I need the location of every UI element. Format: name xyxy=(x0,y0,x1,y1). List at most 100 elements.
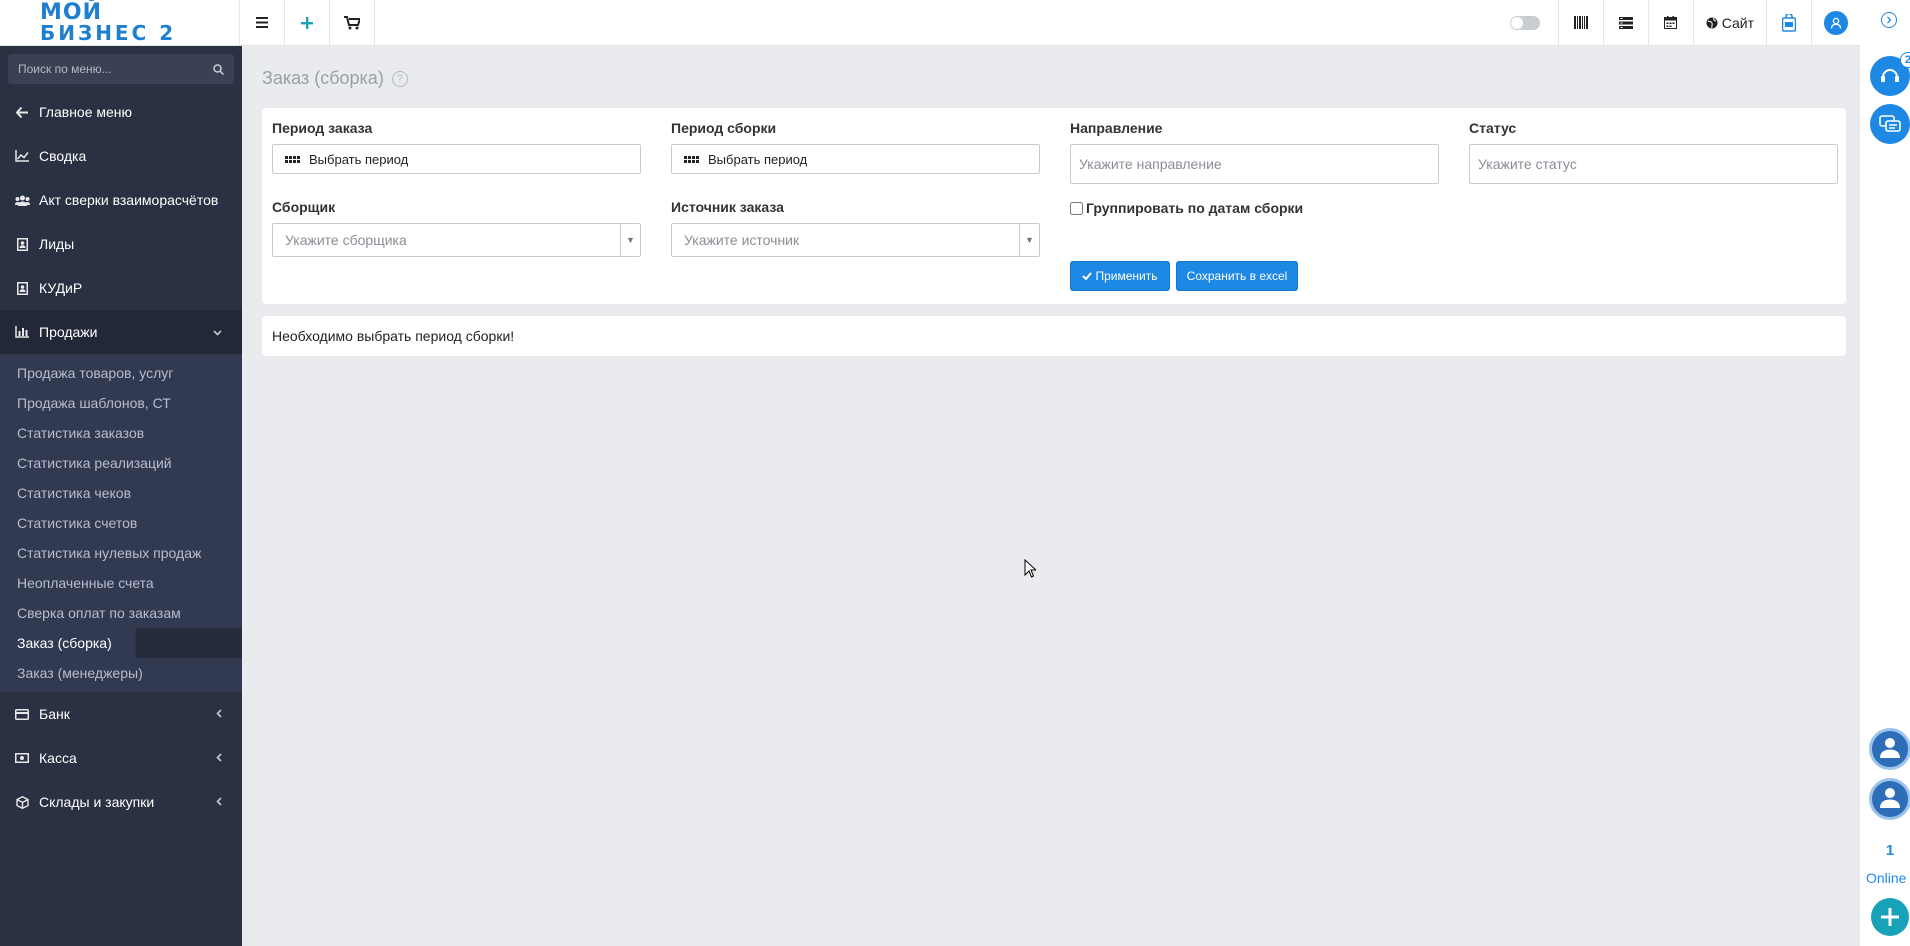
sidebar-item-label: Сводка xyxy=(39,148,87,164)
chat-button[interactable] xyxy=(1870,104,1910,144)
sidebar-item-label: Акт сверки взаиморасчётов xyxy=(39,192,219,208)
calendar-button[interactable] xyxy=(1647,0,1693,46)
order-period-value: Выбрать период xyxy=(309,151,409,167)
sidebar: Главное меню Сводка Акт сверки взаиморас… xyxy=(0,46,242,946)
submenu-item-sales-stats[interactable]: Статистика реализаций xyxy=(0,448,242,478)
credit-card-icon xyxy=(14,708,30,720)
assembly-period-picker[interactable]: Выбрать период xyxy=(671,144,1040,174)
account-button-1[interactable] xyxy=(1869,728,1910,770)
submenu-item-goods-sale[interactable]: Продажа товаров, услуг xyxy=(0,358,242,388)
group-by-dates-option[interactable]: Группировать по датам сборки xyxy=(1070,200,1303,216)
status-label: Статус xyxy=(1469,120,1517,136)
submenu-item-unpaid-invoices[interactable]: Неоплаченные счета xyxy=(0,568,242,598)
menu-search xyxy=(8,54,234,84)
sidebar-item-label: Касса xyxy=(39,750,77,766)
money-icon xyxy=(14,753,30,763)
source-placeholder: Укажите источник xyxy=(684,232,800,248)
save-excel-button[interactable]: Сохранить в excel xyxy=(1176,261,1298,291)
order-period-picker[interactable]: Выбрать период xyxy=(272,144,641,174)
site-button[interactable]: Сайт xyxy=(1692,0,1766,46)
save-excel-button-label: Сохранить в excel xyxy=(1186,269,1288,283)
group-by-dates-checkbox[interactable] xyxy=(1070,201,1083,215)
menu-toggle-button[interactable] xyxy=(240,0,285,46)
submenu-item-order-stats[interactable]: Статистика заказов xyxy=(0,418,242,448)
direction-group: Направление xyxy=(1070,120,1439,184)
submenu-item-receipt-stats[interactable]: Статистика чеков xyxy=(0,478,242,508)
list-button[interactable] xyxy=(1602,0,1648,46)
sidebar-item-bank[interactable]: Банк xyxy=(0,692,242,736)
mouse-cursor-icon xyxy=(1024,559,1036,578)
users-icon xyxy=(14,195,30,206)
logo-line2: БИЗНЕС 2 xyxy=(40,20,177,45)
sidebar-item-label: КУДиР xyxy=(39,280,83,296)
theme-toggle[interactable] xyxy=(1509,15,1540,30)
sidebar-item-sales[interactable]: Продажи xyxy=(0,310,242,354)
submenu-item-template-sale[interactable]: Продажа шаблонов, СТ xyxy=(0,388,242,418)
avatar xyxy=(1824,10,1848,35)
sidebar-item-label: Банк xyxy=(39,706,70,722)
assembly-period-group: Период сборки Выбрать период xyxy=(671,120,1040,174)
online-count: 1 xyxy=(1870,836,1910,864)
group-by-dates-label: Группировать по датам сборки xyxy=(1086,200,1304,216)
sidebar-item-cash[interactable]: Касса xyxy=(0,736,242,780)
page-title-text: Заказ (сборка) xyxy=(262,68,384,88)
assembly-period-label: Период сборки xyxy=(671,120,777,136)
assembler-label: Сборщик xyxy=(272,199,336,215)
main-content: Заказ (сборка) ? Период заказа Выбрать п… xyxy=(246,46,1860,946)
shop-app-button[interactable] xyxy=(1766,0,1811,46)
profile-button[interactable] xyxy=(1811,0,1860,46)
source-group: Источник заказа Укажите источник ▼ xyxy=(671,199,1040,257)
user-icon xyxy=(1830,17,1842,29)
add-button[interactable] xyxy=(285,0,330,46)
source-label: Источник заказа xyxy=(671,199,784,215)
help-icon[interactable]: ? xyxy=(391,70,408,87)
sidebar-item-main-menu[interactable]: Главное меню xyxy=(0,90,242,134)
chevron-down-icon xyxy=(213,325,222,339)
sales-submenu: Продажа товаров, услуг Продажа шаблонов,… xyxy=(0,354,242,692)
caret-down-icon: ▼ xyxy=(1019,224,1039,256)
chevron-left-icon xyxy=(216,795,222,809)
sidebar-item-warehouses[interactable]: Склады и закупки xyxy=(0,780,242,824)
barcode-icon xyxy=(1573,16,1588,29)
page-title: Заказ (сборка) ? xyxy=(262,68,408,89)
submenu-item-invoice-stats[interactable]: Статистика счетов xyxy=(0,508,242,538)
logo-line1: МОЙ xyxy=(40,0,103,25)
barcode-button[interactable] xyxy=(1557,0,1603,46)
source-select[interactable]: Укажите источник ▼ xyxy=(671,223,1040,257)
direction-input[interactable] xyxy=(1070,144,1439,184)
cart-button[interactable] xyxy=(330,0,375,46)
submenu-item-order-managers[interactable]: Заказ (менеджеры) xyxy=(0,658,242,688)
order-period-group: Период заказа Выбрать период xyxy=(272,120,641,174)
support-icon xyxy=(1881,69,1899,82)
app-logo[interactable]: МОЙ БИЗНЕС 2 xyxy=(0,0,240,46)
notifications-badge: 2 xyxy=(1900,52,1910,68)
sidebar-item-summary[interactable]: Сводка xyxy=(0,134,242,178)
status-input[interactable] xyxy=(1469,144,1838,184)
sidebar-item-reconciliation[interactable]: Акт сверки взаиморасчётов xyxy=(0,178,242,222)
search-icon[interactable] xyxy=(213,63,224,75)
filter-panel: Период заказа Выбрать период Период сбор… xyxy=(262,108,1846,304)
submenu-item-payment-reconciliation[interactable]: Сверка оплат по заказам xyxy=(0,598,242,628)
sidebar-item-label: Главное меню xyxy=(39,104,133,120)
menu-search-input[interactable] xyxy=(18,62,213,76)
assembler-select[interactable]: Укажите сборщика ▼ xyxy=(272,223,641,257)
caret-down-icon: ▼ xyxy=(620,224,640,256)
right-rail: 2 1 Online xyxy=(1860,0,1910,946)
sidebar-item-kudir[interactable]: КУДиР xyxy=(0,266,242,310)
account-button-2[interactable] xyxy=(1869,778,1910,820)
online-label: Online xyxy=(1866,870,1907,886)
chart-line-icon xyxy=(14,150,30,162)
collapse-rail-button[interactable] xyxy=(1881,12,1897,28)
submenu-item-zero-sales-stats[interactable]: Статистика нулевых продаж xyxy=(0,538,242,568)
sidebar-item-leads[interactable]: Лиды xyxy=(0,222,242,266)
chat-icon xyxy=(1879,115,1901,132)
server-list-icon xyxy=(1618,16,1633,29)
apply-button[interactable]: Применить xyxy=(1070,261,1170,291)
rail-add-button[interactable] xyxy=(1871,898,1909,936)
apply-button-label: Применить xyxy=(1095,269,1158,283)
sidebar-item-label: Склады и закупки xyxy=(39,794,155,810)
assembler-placeholder: Укажите сборщика xyxy=(285,232,407,248)
user-icon xyxy=(1880,788,1900,808)
submenu-item-order-assembly[interactable]: Заказ (сборка) xyxy=(0,628,242,658)
chevron-right-icon xyxy=(1887,16,1892,24)
